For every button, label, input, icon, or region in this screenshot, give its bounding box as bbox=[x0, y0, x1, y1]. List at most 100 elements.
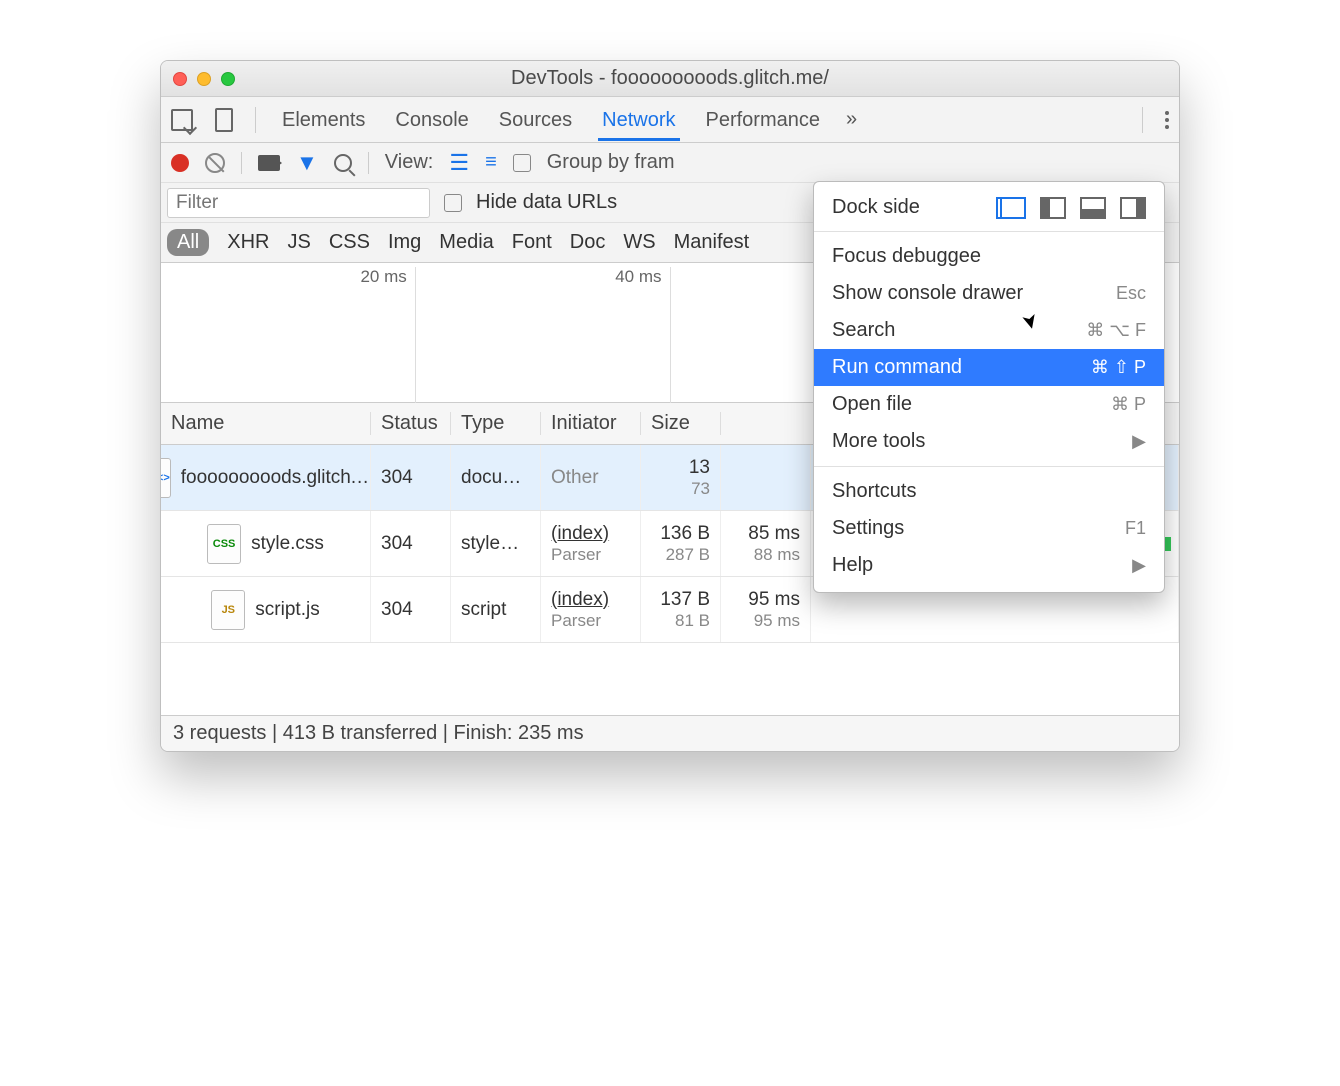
panel-tabs: Elements Console Sources Network Perform… bbox=[161, 97, 1179, 143]
menu-item-shortcuts[interactable]: Shortcuts bbox=[814, 473, 1164, 510]
menu-item-shortcut: F1 bbox=[1125, 518, 1146, 539]
group-by-frame-checkbox[interactable] bbox=[513, 154, 531, 172]
kebab-menu-icon[interactable] bbox=[1165, 111, 1169, 129]
filter-toggle-icon[interactable]: ▼ bbox=[296, 150, 318, 176]
col-status[interactable]: Status bbox=[371, 412, 451, 435]
timeline-tick: 20 ms bbox=[360, 267, 406, 287]
status-summary: 3 requests | 413 B transferred | Finish:… bbox=[173, 722, 584, 745]
filter-font[interactable]: Font bbox=[512, 231, 552, 254]
menu-separator bbox=[814, 231, 1164, 232]
dock-right-icon[interactable] bbox=[1120, 197, 1146, 219]
large-rows-icon[interactable]: ☰ bbox=[449, 150, 469, 176]
menu-item-label: More tools bbox=[832, 430, 925, 453]
menu-item-help[interactable]: Help ▶ bbox=[814, 547, 1164, 584]
dock-bottom-icon[interactable] bbox=[1080, 197, 1106, 219]
group-by-frame-label: Group by fram bbox=[547, 151, 675, 174]
menu-item-open-file[interactable]: Open file⌘ P bbox=[814, 386, 1164, 423]
col-size[interactable]: Size bbox=[641, 412, 721, 435]
menu-item-show-console-drawer[interactable]: Show console drawer Esc bbox=[814, 275, 1164, 312]
menu-item-label: Run command bbox=[832, 356, 962, 379]
empty-rows bbox=[161, 643, 1179, 715]
request-time: 95 ms bbox=[748, 589, 800, 611]
request-initiator[interactable]: (index) bbox=[551, 589, 630, 611]
separator bbox=[368, 152, 369, 174]
search-icon[interactable] bbox=[334, 154, 352, 172]
separator bbox=[241, 152, 242, 174]
menu-item-focus-debuggee[interactable]: Focus debuggee bbox=[814, 238, 1164, 275]
request-time: 85 ms bbox=[748, 523, 800, 545]
status-bar: 3 requests | 413 B transferred | Finish:… bbox=[161, 715, 1179, 751]
menu-item-search[interactable]: Search ⌘ ⌥ F bbox=[814, 312, 1164, 349]
menu-item-label: Settings bbox=[832, 517, 904, 540]
menu-item-more-tools[interactable]: More tools▶ bbox=[814, 423, 1164, 460]
menu-item-label: Search bbox=[832, 319, 895, 342]
request-status: 304 bbox=[381, 599, 440, 621]
clear-button[interactable] bbox=[205, 153, 225, 173]
time-sub: 88 ms bbox=[754, 545, 800, 565]
col-initiator[interactable]: Initiator bbox=[541, 412, 641, 435]
filter-media[interactable]: Media bbox=[439, 231, 493, 254]
tab-performance[interactable]: Performance bbox=[702, 99, 825, 140]
file-type-icon: CSS bbox=[207, 524, 241, 564]
tab-sources[interactable]: Sources bbox=[495, 99, 576, 140]
more-tabs-icon[interactable]: » bbox=[846, 108, 857, 131]
size-sub: 287 B bbox=[666, 545, 710, 565]
menu-item-label: Help bbox=[832, 554, 873, 577]
tab-network[interactable]: Network bbox=[598, 99, 679, 141]
dock-left-icon[interactable] bbox=[1040, 197, 1066, 219]
menu-item-shortcut: ⌘ ⌥ F bbox=[1086, 320, 1146, 341]
filter-css[interactable]: CSS bbox=[329, 231, 370, 254]
dock-side-label: Dock side bbox=[832, 196, 920, 219]
device-toolbar-icon[interactable] bbox=[215, 108, 233, 132]
filter-input[interactable] bbox=[167, 188, 430, 218]
col-name[interactable]: Name bbox=[161, 412, 371, 435]
request-size: 136 B bbox=[660, 523, 710, 545]
size-sub: 73 bbox=[691, 479, 710, 499]
filter-doc[interactable]: Doc bbox=[570, 231, 606, 254]
hide-data-urls-label: Hide data URLs bbox=[476, 191, 617, 214]
screenshot-icon[interactable] bbox=[258, 155, 280, 171]
filter-manifest[interactable]: Manifest bbox=[674, 231, 750, 254]
menu-item-run-command[interactable]: Run command ⌘ ⇧ P bbox=[814, 349, 1164, 386]
menu-item-shortcut: ⌘ ⇧ P bbox=[1091, 357, 1146, 378]
request-initiator[interactable]: (index) bbox=[551, 523, 630, 545]
request-status: 304 bbox=[381, 533, 440, 555]
devtools-window: DevTools - fooooooooods.glitch.me/ Eleme… bbox=[160, 60, 1180, 752]
filter-all[interactable]: All bbox=[167, 229, 209, 256]
inspect-element-icon[interactable] bbox=[171, 109, 193, 131]
separator bbox=[255, 107, 256, 133]
request-type: docu… bbox=[461, 467, 530, 489]
network-toolbar: ▼ View: ☰ ≡ Group by fram bbox=[161, 143, 1179, 183]
separator bbox=[1142, 107, 1143, 133]
menu-separator bbox=[814, 466, 1164, 467]
file-type-icon: JS bbox=[211, 590, 245, 630]
overview-icon[interactable]: ≡ bbox=[485, 151, 497, 174]
file-type-icon: <> bbox=[161, 458, 171, 498]
size-sub: 81 B bbox=[675, 611, 710, 631]
dock-undock-icon[interactable] bbox=[1000, 197, 1026, 219]
menu-item-shortcut: ▶ bbox=[1132, 555, 1146, 576]
tab-console[interactable]: Console bbox=[391, 99, 472, 140]
filter-ws[interactable]: WS bbox=[623, 231, 655, 254]
request-status: 304 bbox=[381, 467, 440, 489]
filter-xhr[interactable]: XHR bbox=[227, 231, 269, 254]
main-menu-popup: Dock side Focus debuggeeShow console dra… bbox=[813, 181, 1165, 593]
hide-data-urls-checkbox[interactable] bbox=[444, 194, 462, 212]
request-size: 137 B bbox=[660, 589, 710, 611]
request-name: script.js bbox=[255, 599, 319, 621]
tab-elements[interactable]: Elements bbox=[278, 99, 369, 140]
request-name: fooooooooods.glitch.… bbox=[181, 467, 371, 489]
request-size: 13 bbox=[689, 457, 710, 479]
dock-side-row: Dock side bbox=[814, 190, 1164, 225]
filter-js[interactable]: JS bbox=[287, 231, 310, 254]
menu-item-label: Show console drawer bbox=[832, 282, 1023, 305]
menu-item-shortcut: Esc bbox=[1116, 283, 1146, 304]
menu-item-settings[interactable]: Settings F1 bbox=[814, 510, 1164, 547]
col-type[interactable]: Type bbox=[451, 412, 541, 435]
request-initiator: Other bbox=[551, 467, 630, 489]
timeline-tick: 40 ms bbox=[615, 267, 661, 287]
initiator-sub: Parser bbox=[551, 545, 630, 565]
record-button[interactable] bbox=[171, 154, 189, 172]
menu-item-shortcut: ⌘ P bbox=[1111, 394, 1146, 415]
filter-img[interactable]: Img bbox=[388, 231, 421, 254]
